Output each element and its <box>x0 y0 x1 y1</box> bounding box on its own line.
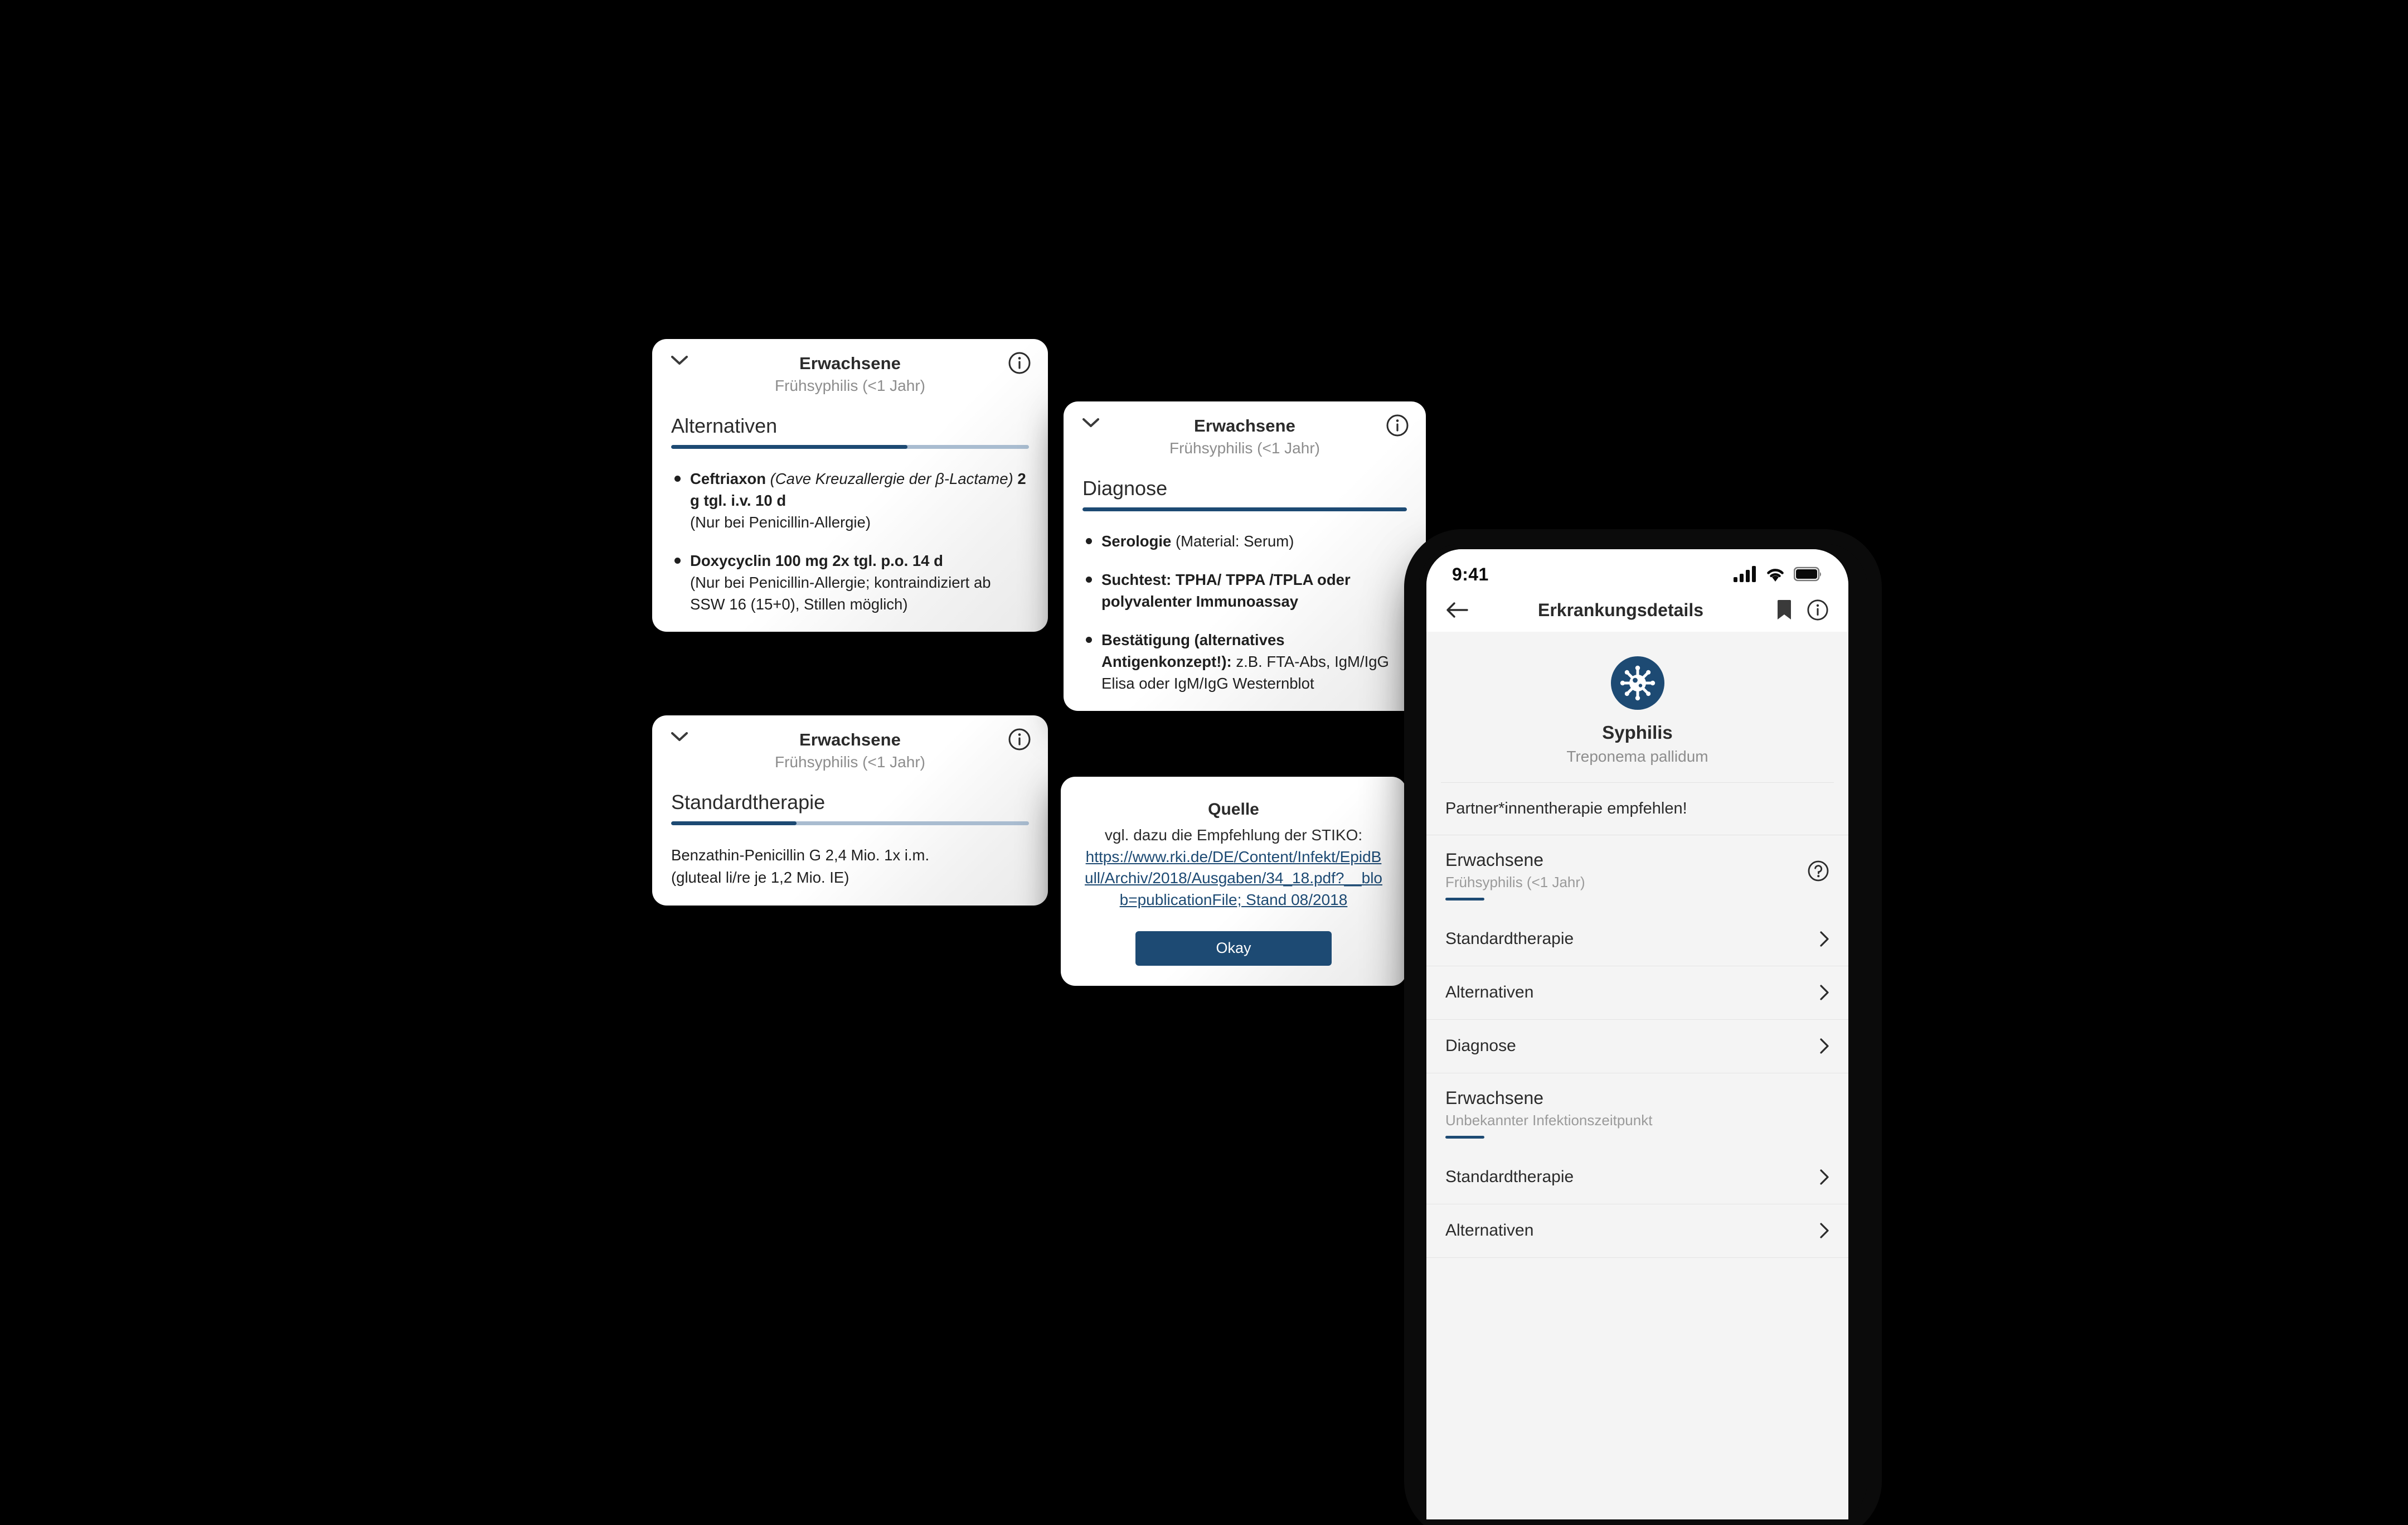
group-title: Erwachsene <box>1445 1087 1544 1108</box>
section-progress <box>671 821 1029 825</box>
card-subtitle: Frühsyphilis (<1 Jahr) <box>775 376 925 394</box>
drug-note: (Nur bei Penicillin-Allergie) <box>690 513 871 531</box>
group-accent-bar <box>1445 1135 1484 1139</box>
drug-name: Doxycyclin 100 mg 2x tgl. p.o. 14 d <box>690 551 943 569</box>
dialog-intro: vgl. dazu die Empfehlung der STIKO: <box>1104 826 1363 844</box>
info-icon[interactable] <box>1806 598 1829 622</box>
row-alternativen[interactable]: Alternativen <box>1426 966 1848 1020</box>
row-label: Alternativen <box>1445 1221 1534 1240</box>
chevron-right-icon <box>1819 931 1829 947</box>
card-body: Ceftriaxon (Cave Kreuzallergie der β-Lac… <box>652 449 1048 632</box>
section-label: Diagnose <box>1082 477 1168 500</box>
chevron-right-icon <box>1819 984 1829 1001</box>
disease-hero: Syphilis Treponema pallidum <box>1426 632 1848 782</box>
group-unbekannter-infektionszeitpunkt: Erwachsene Unbekannter Infektionszeitpun… <box>1426 1073 1848 1258</box>
status-bar: 9:41 <box>1426 549 1848 588</box>
help-circle-icon[interactable] <box>1807 860 1829 882</box>
nav-actions <box>1773 598 1829 622</box>
row-standardtherapie[interactable]: Standardtherapie <box>1426 1151 1848 1204</box>
group-title: Erwachsene <box>1445 850 1544 870</box>
list-item: Doxycyclin 100 mg 2x tgl. p.o. 14 d (Nur… <box>671 550 1029 615</box>
canvas: Erwachsene Frühsyphilis (<1 Jahr) Altern… <box>0 0 2408 1525</box>
drug-caution: (Cave Kreuzallergie der β-Lactame) <box>770 469 1013 487</box>
wifi-icon <box>1765 565 1786 585</box>
list-item: Ceftriaxon (Cave Kreuzallergie der β-Lac… <box>671 468 1029 533</box>
card-header: Erwachsene Frühsyphilis (<1 Jahr) <box>652 339 1048 403</box>
partner-therapy-notice: Partner*innentherapie empfehlen! <box>1426 783 1848 835</box>
card-title: Erwachsene <box>799 730 901 749</box>
card-subtitle: Frühsyphilis (<1 Jahr) <box>775 753 925 771</box>
disease-name: Syphilis <box>1602 722 1673 743</box>
disease-pathogen: Treponema pallidum <box>1566 748 1708 765</box>
source-link[interactable]: https://www.rki.de/DE/Content/Infekt/Epi… <box>1084 846 1383 911</box>
section-label: Standardtherapie <box>671 791 826 814</box>
therapy-line-2: (gluteal li/re je 1,2 Mio. IE) <box>671 868 849 886</box>
row-alternativen[interactable]: Alternativen <box>1426 1204 1848 1258</box>
section-progress <box>1082 507 1407 511</box>
list-item: Suchtest: TPHA/ TPPA /TPLA oder polyvale… <box>1082 569 1407 612</box>
chevron-right-icon <box>1819 1222 1829 1239</box>
alternatives-list: Ceftriaxon (Cave Kreuzallergie der β-Lac… <box>671 468 1029 615</box>
chevron-right-icon <box>1819 1038 1829 1054</box>
diagnose-list: Serologie (Material: Serum) Suchtest: TP… <box>1082 530 1407 694</box>
status-time: 9:41 <box>1452 564 1489 584</box>
row-label: Alternativen <box>1445 983 1534 1002</box>
row-label: Standardtherapie <box>1445 1168 1574 1187</box>
phone-screen: 9:41 Erkrankungsdetails Syphilis Trepone… <box>1426 549 1848 1519</box>
chevron-down-icon[interactable] <box>1082 418 1099 428</box>
section-progress <box>671 444 1029 449</box>
card-body: Serologie (Material: Serum) Suchtest: TP… <box>1064 511 1426 711</box>
card-header: Erwachsene Frühsyphilis (<1 Jahr) <box>652 715 1048 779</box>
chevron-right-icon <box>1819 1169 1829 1185</box>
card-diagnose[interactable]: Erwachsene Frühsyphilis (<1 Jahr) Diagno… <box>1064 401 1426 711</box>
nav-bar: Erkrankungsdetails <box>1426 588 1848 632</box>
row-standardtherapie[interactable]: Standardtherapie <box>1426 913 1848 966</box>
test-detail: (Material: Serum) <box>1171 532 1294 550</box>
row-diagnose[interactable]: Diagnose <box>1426 1020 1848 1073</box>
info-icon[interactable] <box>1008 351 1031 375</box>
test-name: Serologie <box>1101 532 1172 550</box>
drug-name: Ceftriaxon <box>690 469 766 487</box>
group-header: Erwachsene Unbekannter Infektionszeitpun… <box>1426 1073 1848 1139</box>
battery-full-icon <box>1793 567 1823 585</box>
dialog-title: Quelle <box>1208 800 1259 819</box>
therapy-line-1: Benzathin-Penicillin G 2,4 Mio. 1x i.m. <box>671 846 930 864</box>
info-icon[interactable] <box>1386 414 1409 437</box>
group-subtitle: Frühsyphilis (<1 Jahr) <box>1445 873 1585 890</box>
card-header: Erwachsene Frühsyphilis (<1 Jahr) <box>1064 401 1426 465</box>
okay-button[interactable]: Okay <box>1135 931 1332 966</box>
group-frueshsyphilis: Erwachsene Frühsyphilis (<1 Jahr) Standa… <box>1426 835 1848 1073</box>
dialog-quelle[interactable]: Quelle vgl. dazu die Empfehlung der STIK… <box>1061 777 1406 986</box>
bookmark-icon[interactable] <box>1773 598 1796 622</box>
row-label: Diagnose <box>1445 1037 1516 1056</box>
card-body: Benzathin-Penicillin G 2,4 Mio. 1x i.m. … <box>652 825 1048 906</box>
card-title: Erwachsene <box>1194 416 1295 435</box>
virus-icon <box>1610 656 1664 710</box>
card-subtitle: Frühsyphilis (<1 Jahr) <box>1169 439 1320 457</box>
chevron-down-icon[interactable] <box>671 356 688 365</box>
group-accent-bar <box>1445 897 1484 901</box>
page-title: Erkrankungsdetails <box>1538 599 1703 620</box>
cellular-signal-icon <box>1734 565 1757 585</box>
row-label: Standardtherapie <box>1445 929 1574 948</box>
card-title: Erwachsene <box>799 354 901 373</box>
card-standardtherapie[interactable]: Erwachsene Frühsyphilis (<1 Jahr) Standa… <box>652 715 1048 906</box>
dialog-body: Quelle vgl. dazu die Empfehlung der STIK… <box>1061 777 1406 986</box>
section-label: Alternativen <box>671 414 778 438</box>
group-subtitle: Unbekannter Infektionszeitpunkt <box>1445 1111 1653 1129</box>
test-name: Suchtest: TPHA/ TPPA /TPLA oder polyvale… <box>1101 570 1351 610</box>
list-item: Serologie (Material: Serum) <box>1082 530 1407 552</box>
card-alternativen[interactable]: Erwachsene Frühsyphilis (<1 Jahr) Altern… <box>652 339 1048 632</box>
drug-note: (Nur bei Penicillin-Allergie; kontraindi… <box>690 574 991 613</box>
list-item: Bestätigung (alternatives Antigenkonzept… <box>1082 629 1407 694</box>
back-arrow-icon[interactable] <box>1445 598 1469 622</box>
info-icon[interactable] <box>1008 728 1031 751</box>
chevron-down-icon[interactable] <box>671 732 688 742</box>
status-icons <box>1734 565 1823 585</box>
group-header: Erwachsene Frühsyphilis (<1 Jahr) <box>1426 835 1848 901</box>
